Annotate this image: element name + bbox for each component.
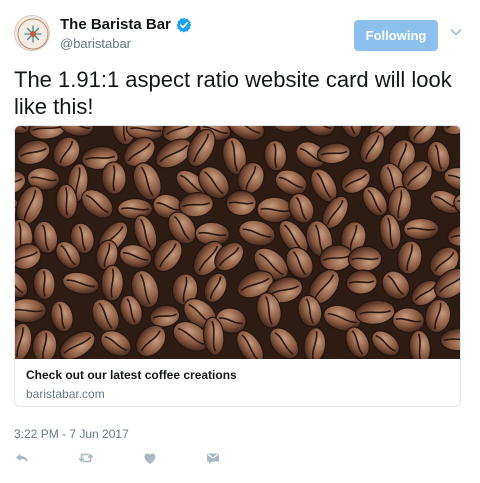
reply-icon[interactable]	[14, 450, 30, 466]
tweet-actions	[14, 450, 234, 468]
tweet-text: The 1.91:1 aspect ratio website card wil…	[14, 67, 452, 119]
card-title[interactable]: Check out our latest coffee creations	[26, 368, 237, 382]
following-button[interactable]: Following	[354, 20, 438, 51]
coffee-beans-photo	[15, 126, 460, 359]
direct-message-icon[interactable]	[205, 450, 221, 466]
avatar[interactable]	[14, 15, 50, 51]
like-icon[interactable]	[142, 450, 158, 466]
author-display-name[interactable]: The Barista Bar	[60, 16, 171, 33]
card-image[interactable]	[15, 126, 460, 359]
verified-badge-icon	[176, 17, 192, 33]
chevron-down-icon[interactable]	[449, 25, 463, 39]
coffee-logo-icon	[17, 18, 49, 50]
author-name-row: The Barista Bar	[60, 16, 192, 33]
card-domain[interactable]: baristabar.com	[26, 387, 105, 401]
tweet: The Barista Bar @baristabar Following Th…	[0, 0, 480, 483]
website-card[interactable]: Check out our latest coffee creations ba…	[14, 125, 461, 407]
author-handle[interactable]: @baristabar	[60, 36, 131, 51]
tweet-timestamp[interactable]: 3:22 PM - 7 Jun 2017	[14, 427, 129, 441]
retweet-icon[interactable]	[78, 450, 94, 466]
